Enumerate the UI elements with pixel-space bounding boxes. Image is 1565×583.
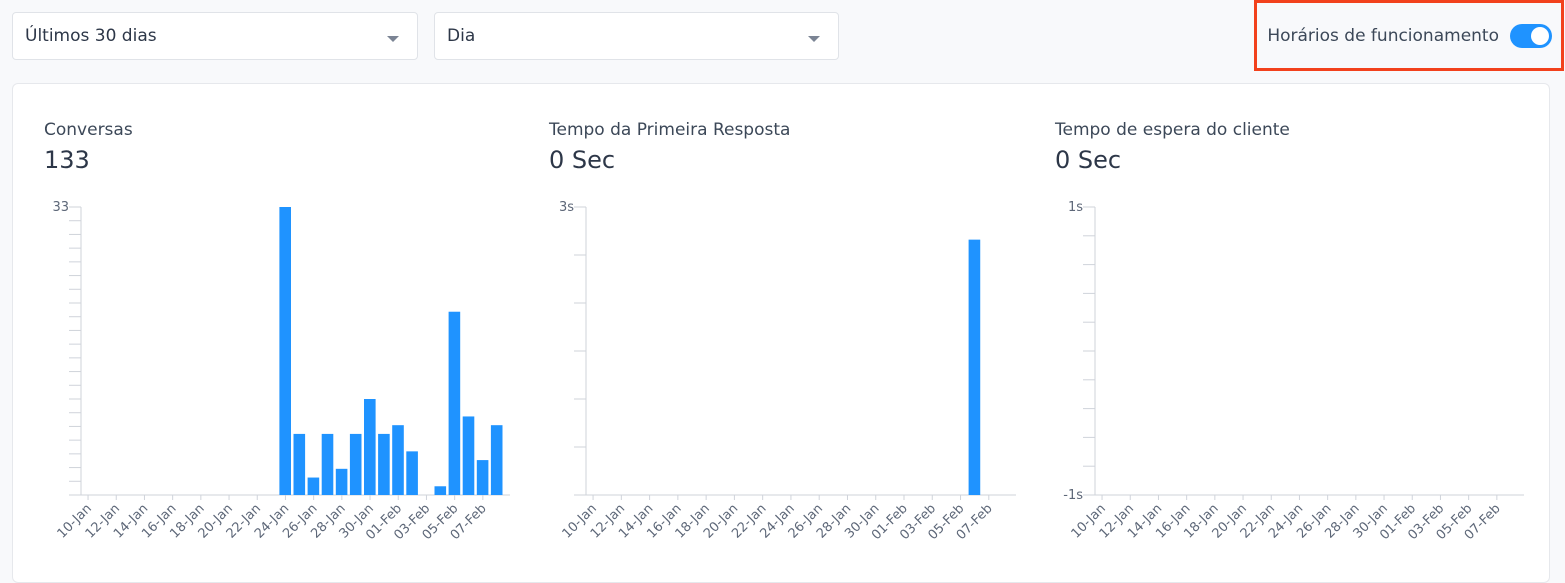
y-tick-label: 33 [52,200,69,215]
bar [293,433,306,495]
bar [335,468,348,495]
chart-2: 1s-1s10-Jan12-Jan14-Jan16-Jan18-Jan20-Ja… [1063,200,1524,543]
charts-layer: 3310-Jan12-Jan14-Jan16-Jan18-Jan20-Jan22… [52,200,1524,543]
bar [392,425,404,495]
bar [321,433,334,495]
bar [364,399,376,495]
y-tick-label: -1s [1063,488,1083,503]
chart-0: 3310-Jan12-Jan14-Jan16-Jan18-Jan20-Jan22… [52,200,510,543]
bar [462,416,475,495]
bar [490,425,503,495]
bar [378,433,390,495]
bar [968,239,981,495]
bar [349,433,362,495]
bar [406,451,418,495]
bar [476,460,489,495]
bar [434,486,447,495]
bar [307,477,320,495]
y-tick-label: 3s [559,200,574,215]
bar [279,207,291,495]
bar [448,311,461,495]
y-tick-label: 1s [1068,200,1083,215]
chart-1: 3s10-Jan12-Jan14-Jan16-Jan18-Jan20-Jan22… [559,200,1016,543]
